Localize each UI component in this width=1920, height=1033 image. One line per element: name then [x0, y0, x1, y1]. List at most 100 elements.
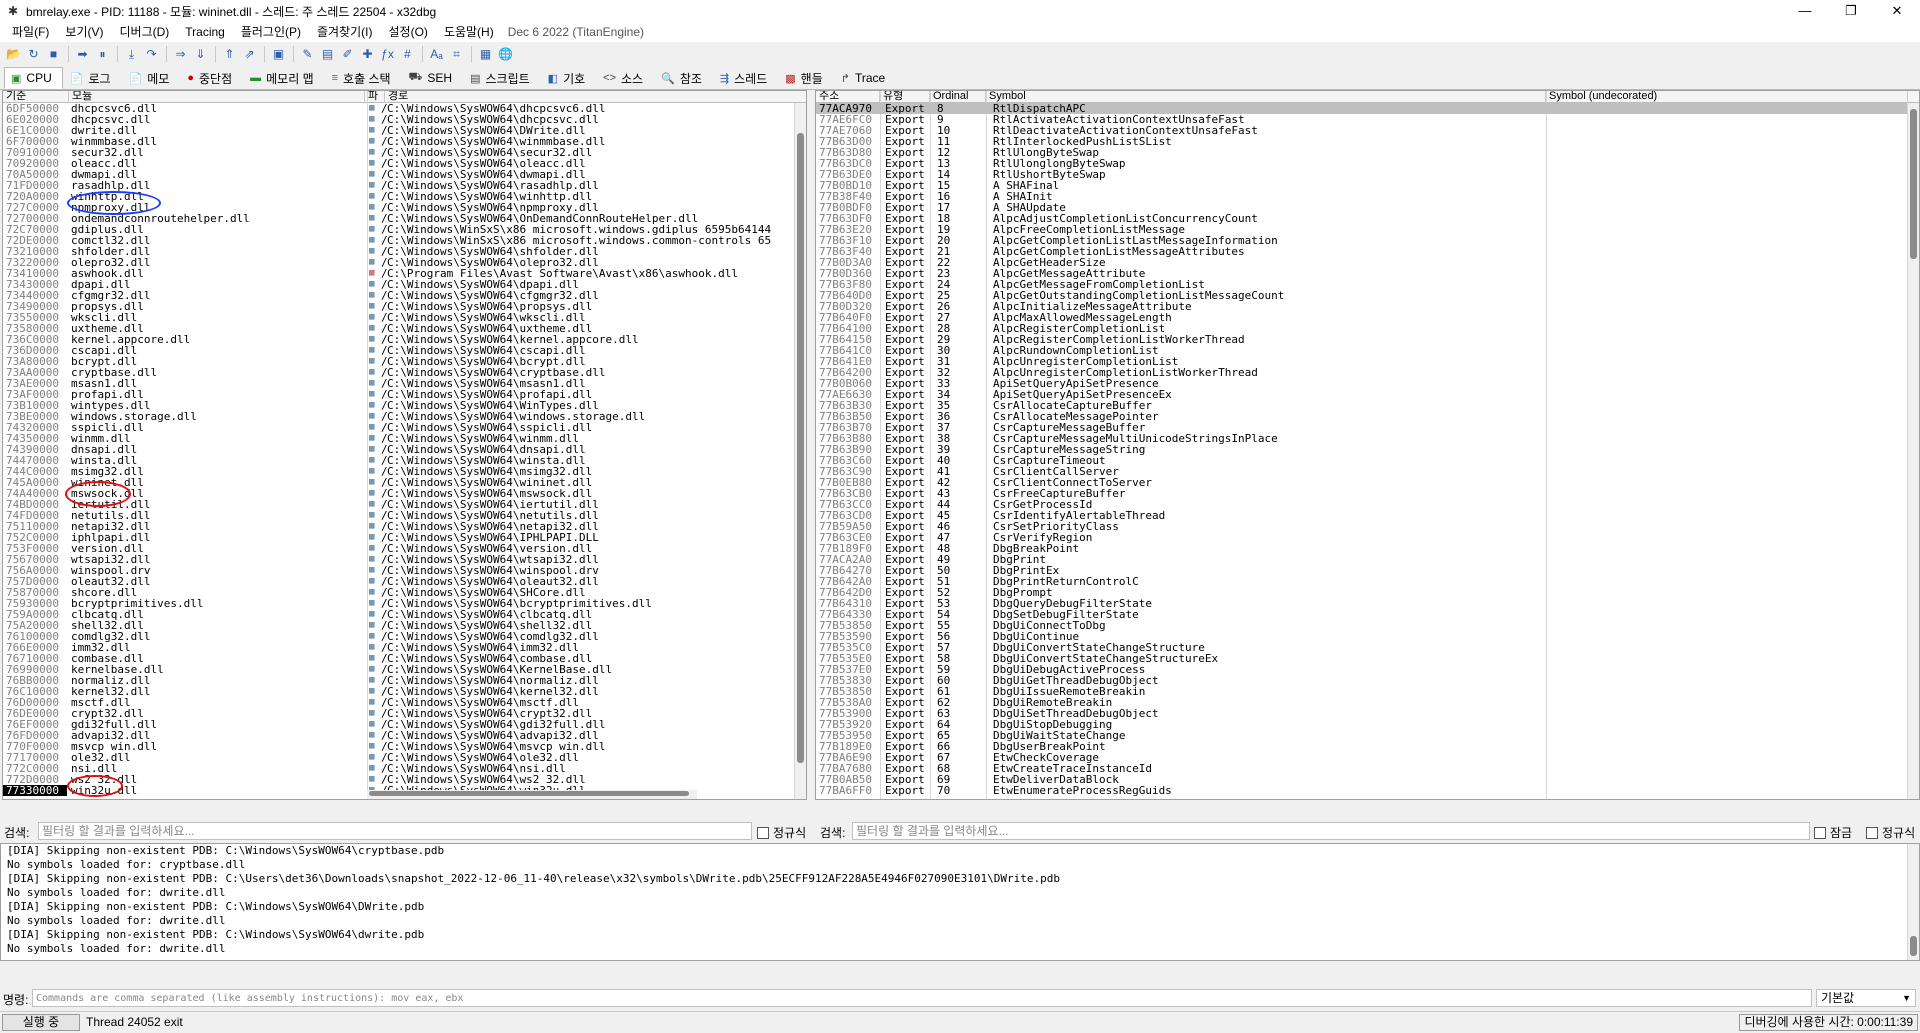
table-row[interactable]: 73220000 olepro32.dll ▦ / C:\Windows\SysWOW6… — [3, 257, 806, 268]
table-row[interactable]: 77B63C90 Export 41 CsrClientCallServer — [816, 466, 1919, 477]
open-icon[interactable]: 📂 — [4, 45, 23, 64]
tab-references[interactable]: 🔍 참조 — [654, 67, 713, 89]
table-row[interactable]: 73B10000 wintypes.dll ▦ / C:\Windows\SysWOW6… — [3, 400, 806, 411]
symbols-scrollbar[interactable] — [1907, 103, 1919, 799]
regex-checkbox-right[interactable]: 정규식 — [1866, 824, 1915, 841]
table-row[interactable]: 77B0D3A0 Export 22 AlpcGetHeaderSize — [816, 257, 1919, 268]
table-row[interactable]: 77B641C0 Export 30 AlpcRundownCompletionLis… — [816, 345, 1919, 356]
run-icon[interactable]: ➡ — [73, 45, 92, 64]
table-row[interactable]: 77B641E0 Export 31 AlpcUnregisterCompletion… — [816, 356, 1919, 367]
table-row[interactable]: 6E1C0000 dwrite.dll ▦ / C:\Windows\SysWOW64\… — [3, 125, 806, 136]
modules-scroll-thumb[interactable] — [797, 133, 804, 763]
table-row[interactable]: 77B63B50 Export 36 CsrAllocateMessagePointe… — [816, 411, 1919, 422]
table-row[interactable]: 77B63DC0 Export 13 RtlUlonglongByteSwap — [816, 158, 1919, 169]
maximize-button[interactable]: ❐ — [1828, 0, 1874, 22]
table-row[interactable]: 77ACA2A0 Export 49 DbgPrint — [816, 554, 1919, 565]
table-row[interactable]: 73AF0000 profapi.dll ▦ / C:\Windows\SysWOW64… — [3, 389, 806, 400]
table-row[interactable]: 77B63B80 Export 38 CsrCaptureMessageMultiUn… — [816, 433, 1919, 444]
hash-icon[interactable]: # — [398, 45, 417, 64]
table-row[interactable]: 77B53590 Export 56 DbgUiContinue — [816, 631, 1919, 642]
table-row[interactable]: 77B63D00 Export 11 RtlInterlockedPushListSL… — [816, 136, 1919, 147]
table-row[interactable]: 77B0B060 Export 33 ApiSetQueryApiSetPresenc… — [816, 378, 1919, 389]
table-row[interactable]: 74350000 winmm.dll ▦ / C:\Windows\SysWOW64\w… — [3, 433, 806, 444]
table-row[interactable]: 73430000 dpapi.dll ▦ / C:\Windows\SysWOW64\d… — [3, 279, 806, 290]
module-filter-input[interactable] — [38, 822, 752, 840]
table-row[interactable]: 77B64150 Export 29 AlpcRegisterCompletionLi… — [816, 334, 1919, 345]
col-module[interactable]: 모듈 — [69, 91, 365, 103]
table-row[interactable]: 6F700000 winmmbase.dll ▦ / C:\Windows\SysWOW… — [3, 136, 806, 147]
table-row[interactable]: 73490000 propsys.dll ▦ / C:\Windows\SysWOW64… — [3, 301, 806, 312]
table-row[interactable]: 77B59A50 Export 46 CsrSetPriorityClass — [816, 521, 1919, 532]
table-row[interactable]: 76BB0000 normaliz.dll ▦ / C:\Windows\SysWOW6… — [3, 675, 806, 686]
tab-cpu[interactable]: ▣ CPU — [4, 67, 63, 89]
close-button[interactable]: ✕ — [1874, 0, 1920, 22]
tab-source[interactable]: <> 소스 — [596, 67, 654, 89]
tab-trace[interactable]: ↱ Trace — [834, 67, 896, 89]
table-row[interactable]: 74390000 dnsapi.dll ▦ / C:\Windows\SysWOW64\… — [3, 444, 806, 455]
table-row[interactable]: 76FD0000 advapi32.dll ▦ / C:\Windows\SysWOW6… — [3, 730, 806, 741]
trace-into-icon[interactable]: ⇒ — [171, 45, 190, 64]
table-row[interactable]: 77B63CC0 Export 44 CsrGetProcessId — [816, 499, 1919, 510]
symbol-filter-input[interactable] — [852, 822, 1810, 840]
log-scrollbar[interactable] — [1907, 844, 1919, 960]
table-row[interactable]: 77B63DE0 Export 14 RtlUshortByteSwap — [816, 169, 1919, 180]
table-row[interactable]: 70920000 oleacc.dll ▦ / C:\Windows\SysWOW64\… — [3, 158, 806, 169]
table-row[interactable]: 77B0D320 Export 26 AlpcInitializeMessageAtt… — [816, 301, 1919, 312]
table-row[interactable]: 77BA7680 Export 68 EtwCreateTraceInstanceId — [816, 763, 1919, 774]
tab-call-stack[interactable]: ≡ 호출 스택 — [325, 67, 402, 89]
scylla-icon[interactable]: ▣ — [269, 45, 288, 64]
step-over-icon[interactable]: ↷ — [142, 45, 161, 64]
table-row[interactable]: 77B63CD0 Export 45 CsrIdentifyAlertableThre… — [816, 510, 1919, 521]
table-row[interactable]: 77B63C60 Export 40 CsrCaptureTimeout — [816, 455, 1919, 466]
lock-checkbox[interactable]: 잠금 — [1814, 824, 1852, 841]
col-symbol-undecorated[interactable]: Symbol (undecorated) — [1546, 91, 1908, 103]
table-row[interactable]: 77B0D360 Export 23 AlpcGetMessageAttribute — [816, 268, 1919, 279]
table-row[interactable]: 77B0AB50 Export 69 EtwDeliverDataBlock — [816, 774, 1919, 785]
tab-handles[interactable]: ▩ 핸들 — [778, 67, 834, 89]
table-row[interactable]: 77B640D0 Export 25 AlpcGetOutstandingComple… — [816, 290, 1919, 301]
table-row[interactable]: 77AE6630 Export 34 ApiSetQueryApiSetPresenc… — [816, 389, 1919, 400]
table-row[interactable]: 77B189E0 Export 66 DbgUserBreakPoint — [816, 741, 1919, 752]
col-path[interactable]: 경로 — [385, 91, 805, 103]
command-input[interactable] — [32, 989, 1812, 1007]
table-row[interactable]: 72C70000 gdiplus.dll ▦ / C:\Windows\WinSxS\x… — [3, 224, 806, 235]
table-row[interactable]: 75A20000 shell32.dll ▦ / C:\Windows\SysWOW64… — [3, 620, 806, 631]
comments-icon[interactable]: ▤ — [318, 45, 337, 64]
table-row[interactable]: 77B0EB80 Export 42 CsrClientConnectToServer — [816, 477, 1919, 488]
table-row[interactable]: 77B63B30 Export 35 CsrAllocateCaptureBuffer — [816, 400, 1919, 411]
table-row[interactable]: 77AE7060 Export 10 RtlDeactivateActivationC… — [816, 125, 1919, 136]
table-row[interactable]: 772D0000 ws2_32.dll ▦ / C:\Windows\SysWOW64\… — [3, 774, 806, 785]
tab-threads[interactable]: ⇶ 스레드 — [713, 67, 778, 89]
tab-seh[interactable]: ⛟ SEH — [402, 67, 464, 89]
col-address[interactable]: 주소 — [816, 91, 880, 103]
table-row[interactable]: 77AE6FC0 Export 9 RtlActivateActivationCont… — [816, 114, 1919, 125]
table-row[interactable]: 76100000 comdlg32.dll ▦ / C:\Windows\SysWOW6… — [3, 631, 806, 642]
menu-favourites[interactable]: 즐겨찾기(I) — [309, 22, 381, 42]
table-row[interactable]: 77B64310 Export 53 DbgQueryDebugFilterState — [816, 598, 1919, 609]
table-row[interactable]: 77B189F0 Export 48 DbgBreakPoint — [816, 543, 1919, 554]
modules-scrollbar[interactable] — [794, 103, 806, 799]
tab-breakpoint[interactable]: ● 중단점 — [180, 67, 243, 89]
table-row[interactable]: 756A0000 winspool.drv ▦ / C:\Windows\SysWOW6… — [3, 565, 806, 576]
table-row[interactable]: 74320000 sspicli.dll ▦ / C:\Windows\SysWOW64… — [3, 422, 806, 433]
run-to-user-code-icon[interactable]: ⇗ — [240, 45, 259, 64]
path-hscrollbar[interactable] — [367, 790, 697, 799]
table-row[interactable]: 77B53850 Export 61 DbgUiIssueRemoteBreakin — [816, 686, 1919, 697]
table-row[interactable]: 77B642A0 Export 51 DbgPrintReturnControlC — [816, 576, 1919, 587]
table-row[interactable]: 76C10000 kernel32.dll ▦ / C:\Windows\SysWOW6… — [3, 686, 806, 697]
table-row[interactable]: 744C0000 msimg32.dll ▦ / C:\Windows\SysWOW64… — [3, 466, 806, 477]
table-row[interactable]: 70A50000 dwmapi.dll ▦ / C:\Windows\SysWOW64\… — [3, 169, 806, 180]
col-ordinal[interactable]: Ordinal — [930, 91, 986, 103]
strings-icon[interactable]: Aₐ — [427, 45, 446, 64]
menu-plugins[interactable]: 플러그인(P) — [233, 22, 309, 42]
table-row[interactable]: 77B63F40 Export 21 AlpcGetCompletionListMes… — [816, 246, 1919, 257]
regex-checkbox-left[interactable]: 정규식 — [757, 824, 806, 841]
table-row[interactable]: 77B53950 Export 65 DbgUiWaitStateChange — [816, 730, 1919, 741]
tab-notes[interactable]: 📄 메모 — [122, 67, 181, 89]
table-row[interactable]: 77B63CB0 Export 43 CsrFreeCaptureBuffer — [816, 488, 1919, 499]
table-row[interactable]: 75870000 shcore.dll ▦ / C:\Windows\SysWOW64\… — [3, 587, 806, 598]
menu-debug[interactable]: 디버그(D) — [111, 22, 177, 42]
table-row[interactable]: 77170000 ole32.dll ▦ / C:\Windows\SysWOW64\o… — [3, 752, 806, 763]
table-row[interactable]: 76EF0000 gdi32full.dll ▦ / C:\Windows\SysWOW… — [3, 719, 806, 730]
table-row[interactable]: 72DE0000 comctl32.dll ▦ / C:\Windows\WinSxS\… — [3, 235, 806, 246]
